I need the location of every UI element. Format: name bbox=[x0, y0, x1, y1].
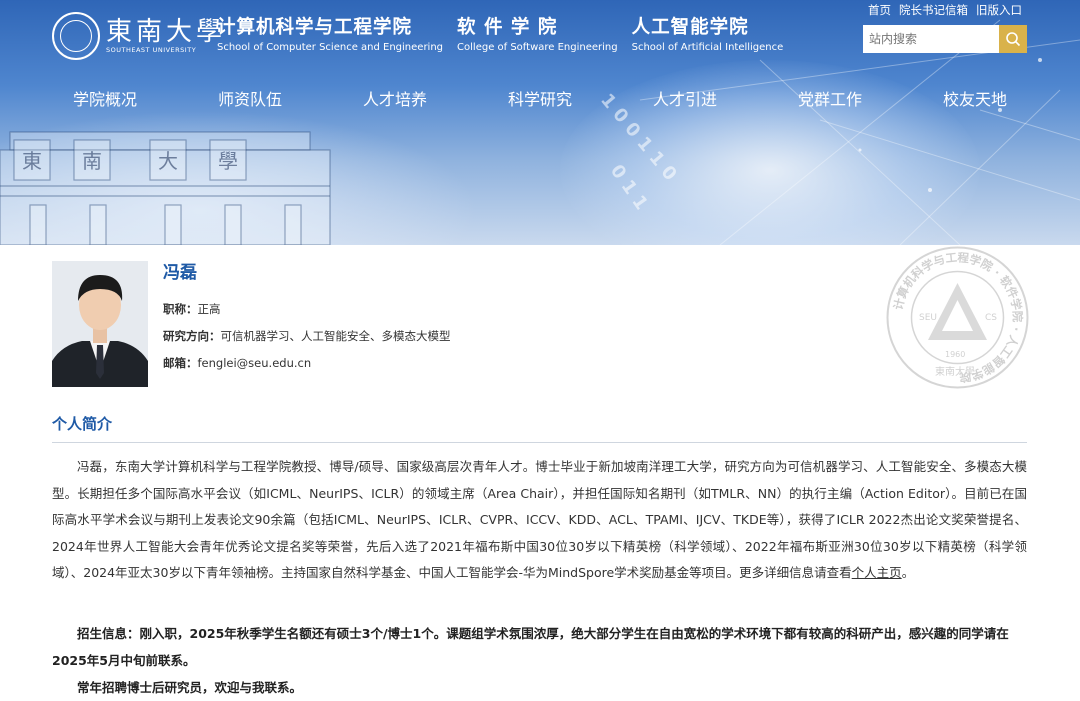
emblem-seu: SEU bbox=[919, 313, 937, 323]
university-name-en: SOUTHEAST UNIVERSITY bbox=[106, 46, 197, 54]
home-link[interactable]: 首页 bbox=[868, 2, 891, 18]
nav-alumni[interactable]: 校友天地 bbox=[905, 86, 1045, 110]
school-cse-en: School of Computer Science and Engineeri… bbox=[217, 42, 444, 53]
school-cse: 计算机科学与工程学院 School of Computer Science an… bbox=[217, 16, 443, 53]
top-links: 首页 院长书记信箱 旧版入口 bbox=[868, 2, 1022, 18]
recruit-line-2: 常年招聘博士后研究员，欢迎与我联系。 bbox=[77, 680, 303, 695]
email-label: 邮箱： bbox=[163, 356, 198, 370]
emblem-bottom-text: 東南大學 bbox=[935, 365, 975, 378]
search-icon bbox=[1006, 32, 1021, 47]
header-banner: 1 0 0 1 1 0 0 1 1 東 南 大 學 東南大學 SOUTHEAST… bbox=[0, 0, 1080, 245]
university-seal-icon bbox=[52, 12, 100, 60]
school-software-en: College of Software Engineering bbox=[457, 42, 618, 53]
university-logo[interactable]: 東南大學 SOUTHEAST UNIVERSITY bbox=[52, 12, 226, 60]
emblem-cs: CS bbox=[985, 313, 997, 323]
school-software: 软 件 学 院 College of Software Engineering bbox=[457, 16, 618, 53]
school-ai: 人工智能学院 School of Artificial Intelligence bbox=[632, 16, 784, 53]
nav-about[interactable]: 学院概况 bbox=[35, 86, 175, 110]
homepage-link[interactable]: 个人主页 bbox=[852, 565, 902, 580]
profile-research-row: 研究方向：可信机器学习、人工智能安全、多模态大模型 bbox=[163, 328, 451, 344]
university-name-cn: 東南大學 bbox=[106, 17, 227, 47]
gate-char-4: 學 bbox=[218, 149, 238, 173]
recruitment-info: 招生信息：刚入职，2025年秋季学生名额还有硕士3个/博士1个。课题组学术氛围浓… bbox=[52, 620, 1027, 701]
school-ai-en: School of Artificial Intelligence bbox=[631, 42, 784, 53]
school-software-cn: 软 件 学 院 bbox=[457, 17, 558, 38]
bio-paragraph: 冯磊，东南大学计算机科学与工程学院教授、博导/硕导、国家级高层次青年人才。博士毕… bbox=[52, 454, 1027, 587]
gate-char-1: 東 bbox=[22, 149, 42, 173]
nav-recruitment[interactable]: 人才引进 bbox=[615, 86, 755, 110]
old-version-link[interactable]: 旧版入口 bbox=[976, 2, 1022, 18]
section-title-bio: 个人简介 bbox=[52, 415, 113, 433]
profile-email-row: 邮箱：fenglei@seu.edu.cn bbox=[163, 355, 451, 371]
school-cse-cn: 计算机科学与工程学院 bbox=[217, 17, 413, 38]
section-divider bbox=[52, 442, 1027, 443]
profile-info: 冯磊 职称：正高 研究方向：可信机器学习、人工智能安全、多模态大模型 邮箱：fe… bbox=[163, 258, 451, 382]
email-value[interactable]: fenglei@seu.edu.cn bbox=[198, 356, 312, 370]
site-search bbox=[863, 25, 1027, 53]
gate-char-3: 大 bbox=[158, 149, 178, 173]
search-input[interactable] bbox=[863, 25, 999, 53]
recruit-line-1: 招生信息：刚入职，2025年秋季学生名额还有硕士3个/博士1个。课题组学术氛围浓… bbox=[52, 626, 1009, 668]
research-label: 研究方向： bbox=[163, 329, 221, 343]
profile-title-row: 职称：正高 bbox=[163, 301, 451, 317]
school-names: 计算机科学与工程学院 School of Computer Science an… bbox=[217, 16, 783, 53]
research-value: 可信机器学习、人工智能安全、多模态大模型 bbox=[220, 329, 451, 343]
nav-research[interactable]: 科学研究 bbox=[470, 86, 610, 110]
svg-text:0 1 1: 0 1 1 bbox=[606, 161, 652, 214]
school-emblem-watermark: 计算机科学与工程学院 · 软件学院 · 人工智能学院 SEU CS 1960 東… bbox=[886, 246, 1029, 389]
title-label: 职称： bbox=[163, 302, 198, 316]
profile-name: 冯磊 bbox=[163, 263, 197, 283]
profile-photo bbox=[52, 261, 148, 387]
main-nav: 学院概况 师资队伍 人才培养 科学研究 人才引进 党群工作 校友天地 bbox=[35, 86, 1045, 110]
portrait-image bbox=[52, 261, 148, 387]
emblem-year: 1960 bbox=[945, 350, 965, 359]
bio-end: 。 bbox=[901, 565, 915, 580]
dean-mailbox-link[interactable]: 院长书记信箱 bbox=[899, 2, 968, 18]
profile-photo-container bbox=[52, 261, 148, 387]
gate-char-2: 南 bbox=[82, 149, 102, 173]
search-button[interactable] bbox=[999, 25, 1027, 53]
nav-party[interactable]: 党群工作 bbox=[760, 86, 900, 110]
school-ai-cn: 人工智能学院 bbox=[631, 17, 749, 38]
bio-text: 冯磊，东南大学计算机科学与工程学院教授、博导/硕导、国家级高层次青年人才。博士毕… bbox=[52, 459, 1027, 580]
title-value: 正高 bbox=[197, 302, 221, 316]
nav-faculty[interactable]: 师资队伍 bbox=[180, 86, 320, 110]
nav-education[interactable]: 人才培养 bbox=[325, 86, 465, 110]
